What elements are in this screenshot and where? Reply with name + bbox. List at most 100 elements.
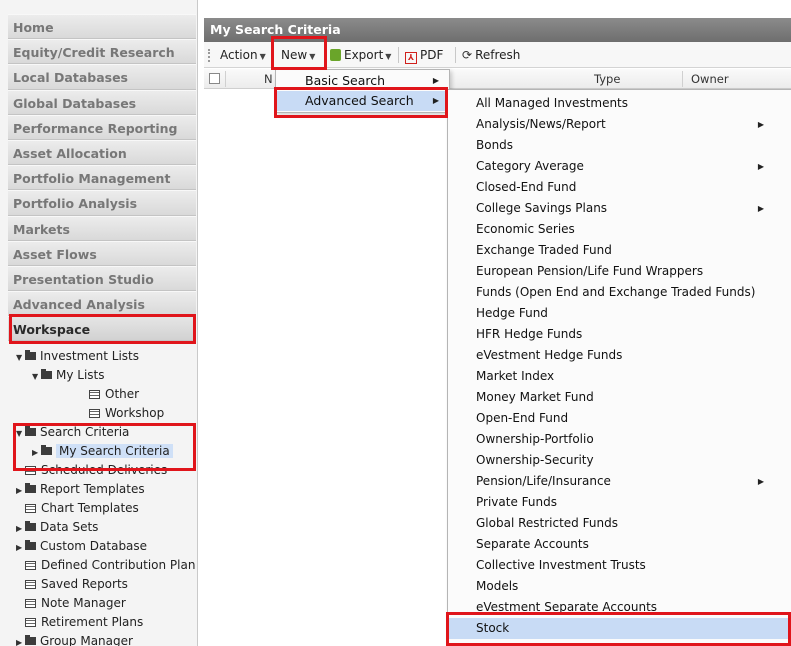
menu-item-ownership-security[interactable]: Ownership-Security: [448, 450, 791, 471]
nav-list: Home Equity/Credit Research Local Database…: [8, 14, 196, 342]
menu-item-label: Ownership-Portfolio: [476, 432, 594, 446]
expand-right-icon[interactable]: ▶: [16, 519, 25, 538]
nav-portfolio-management[interactable]: Portfolio Management: [8, 165, 196, 191]
tree-item[interactable]: Other: [80, 385, 139, 404]
folder-icon: [25, 426, 36, 436]
menu-item-hfr-hedge-funds[interactable]: HFR Hedge Funds: [448, 324, 791, 345]
column-header-owner[interactable]: Owner: [691, 69, 729, 89]
tree-item[interactable]: ▼ My Lists: [32, 366, 105, 385]
nav-markets[interactable]: Markets: [8, 215, 196, 241]
tree-item[interactable]: ▶ Report Templates: [16, 480, 145, 499]
menu-item-analysis-news-report[interactable]: Analysis/News/Report ▶: [448, 114, 791, 135]
nav-portfolio-analysis[interactable]: Portfolio Analysis: [8, 190, 196, 216]
menu-item-exchange-traded-fund[interactable]: Exchange Traded Fund: [448, 240, 791, 261]
tree-item[interactable]: ▶ Data Sets: [16, 518, 98, 537]
expand-right-icon[interactable]: ▶: [16, 633, 25, 646]
column-header-name[interactable]: N: [264, 69, 273, 89]
menu-item-label: Economic Series: [476, 222, 575, 236]
tree-item-label: Search Criteria: [40, 425, 130, 439]
tree-item[interactable]: ▶ Custom Database: [16, 537, 147, 556]
menu-item-closed-end-fund[interactable]: Closed-End Fund: [448, 177, 791, 198]
menu-item-funds-open-end-and-exchange-traded-funds[interactable]: Funds (Open End and Exchange Traded Fund…: [448, 282, 791, 303]
tree-item[interactable]: Note Manager: [16, 594, 126, 613]
menu-item-evestment-hedge-funds[interactable]: eVestment Hedge Funds: [448, 345, 791, 366]
tree-item[interactable]: Scheduled Deliveries: [16, 461, 167, 480]
tree-item[interactable]: Workshop: [80, 404, 164, 423]
menu-item-bonds[interactable]: Bonds: [448, 135, 791, 156]
menu-item-models[interactable]: Models: [448, 576, 791, 597]
tree-item[interactable]: Saved Reports: [16, 575, 128, 594]
menu-item-ownership-portfolio[interactable]: Ownership-Portfolio: [448, 429, 791, 450]
nav-advanced-analysis[interactable]: Advanced Analysis: [8, 291, 196, 317]
select-all-checkbox[interactable]: [209, 73, 220, 84]
action-button[interactable]: Action ▼: [220, 42, 266, 68]
export-button[interactable]: Export ▼: [330, 42, 391, 68]
expand-right-icon[interactable]: ▶: [32, 443, 41, 462]
list-icon: [25, 580, 36, 589]
menu-item-advanced-search[interactable]: Advanced Search ▶: [276, 91, 449, 111]
menu-item-pension-life-insurance[interactable]: Pension/Life/Insurance ▶: [448, 471, 791, 492]
nav-performance-reporting[interactable]: Performance Reporting: [8, 114, 196, 140]
menu-item-category-average[interactable]: Category Average ▶: [448, 156, 791, 177]
list-icon: [89, 409, 100, 418]
expand-right-icon[interactable]: ▶: [16, 538, 25, 557]
column-header-type[interactable]: Type: [594, 69, 620, 89]
menu-item-collective-investment-trusts[interactable]: Collective Investment Trusts: [448, 555, 791, 576]
nav-home[interactable]: Home: [8, 14, 196, 40]
expand-down-icon[interactable]: ▼: [32, 367, 41, 386]
menu-item-basic-search[interactable]: Basic Search ▶: [276, 71, 449, 91]
menu-item-all-managed-investments[interactable]: All Managed Investments: [448, 93, 791, 114]
nav-local-databases[interactable]: Local Databases: [8, 64, 196, 90]
menu-item-money-market-fund[interactable]: Money Market Fund: [448, 387, 791, 408]
nav-presentation-studio[interactable]: Presentation Studio: [8, 265, 196, 292]
chevron-right-icon: ▶: [757, 204, 764, 213]
menu-item-college-savings-plans[interactable]: College Savings Plans ▶: [448, 198, 791, 219]
new-button[interactable]: New ▼: [281, 42, 315, 68]
pdf-button[interactable]: ⅄ PDF: [405, 42, 443, 68]
tree-item[interactable]: Defined Contribution Plan: [16, 556, 195, 575]
list-icon: [25, 599, 36, 608]
menu-item-label: Open-End Fund: [476, 411, 569, 425]
list-icon: [25, 504, 36, 513]
chevron-down-icon: ▼: [259, 52, 266, 61]
nav-workspace[interactable]: Workspace: [8, 316, 196, 342]
tree-item[interactable]: ▶ Group Manager: [16, 632, 133, 646]
tree-item[interactable]: Retirement Plans: [16, 613, 143, 632]
pdf-icon: ⅄: [405, 52, 417, 64]
nav-equity-credit-research[interactable]: Equity/Credit Research: [8, 39, 196, 65]
expand-down-icon[interactable]: ▼: [16, 424, 25, 443]
tree-item[interactable]: ▶ My Search Criteria: [32, 442, 173, 461]
chevron-right-icon: ▶: [432, 96, 439, 105]
tree-item[interactable]: ▼ Investment Lists: [16, 347, 139, 366]
menu-item-label: European Pension/Life Fund Wrappers: [476, 264, 704, 278]
tree-item-label: Scheduled Deliveries: [41, 463, 168, 477]
refresh-label: Refresh: [475, 48, 521, 62]
new-label: New: [281, 48, 308, 62]
menu-item-evestment-separate-accounts[interactable]: eVestment Separate Accounts: [448, 597, 791, 618]
list-icon: [25, 466, 36, 475]
refresh-button[interactable]: ⟳ Refresh: [462, 42, 520, 68]
tree-item[interactable]: ▼ Search Criteria: [16, 423, 129, 442]
menu-item-economic-series[interactable]: Economic Series: [448, 219, 791, 240]
menu-item-label: Separate Accounts: [476, 537, 589, 551]
menu-item-market-index[interactable]: Market Index: [448, 366, 791, 387]
nav-asset-allocation[interactable]: Asset Allocation: [8, 139, 196, 166]
tree-item-label: Workshop: [105, 406, 165, 420]
menu-item-label: eVestment Separate Accounts: [476, 600, 658, 614]
tree-item[interactable]: Chart Templates: [16, 499, 139, 518]
advanced-search-submenu: All Managed Investments Analysis/News/Rep…: [447, 89, 791, 646]
menu-item-private-funds[interactable]: Private Funds: [448, 492, 791, 513]
menu-item-stock[interactable]: Stock: [448, 618, 791, 639]
expand-down-icon[interactable]: ▼: [16, 348, 25, 367]
menu-item-separate-accounts[interactable]: Separate Accounts: [448, 534, 791, 555]
menu-item-global-restricted-funds[interactable]: Global Restricted Funds: [448, 513, 791, 534]
menu-item-label: Hedge Fund: [476, 306, 548, 320]
chevron-down-icon: ▼: [385, 52, 392, 61]
expand-right-icon[interactable]: ▶: [16, 481, 25, 500]
list-icon: [25, 561, 36, 570]
menu-item-european-pension-life-fund-wrappers[interactable]: European Pension/Life Fund Wrappers: [448, 261, 791, 282]
nav-global-databases[interactable]: Global Databases: [8, 89, 196, 115]
nav-asset-flows[interactable]: Asset Flows: [8, 240, 196, 266]
menu-item-open-end-fund[interactable]: Open-End Fund: [448, 408, 791, 429]
menu-item-hedge-fund[interactable]: Hedge Fund: [448, 303, 791, 324]
